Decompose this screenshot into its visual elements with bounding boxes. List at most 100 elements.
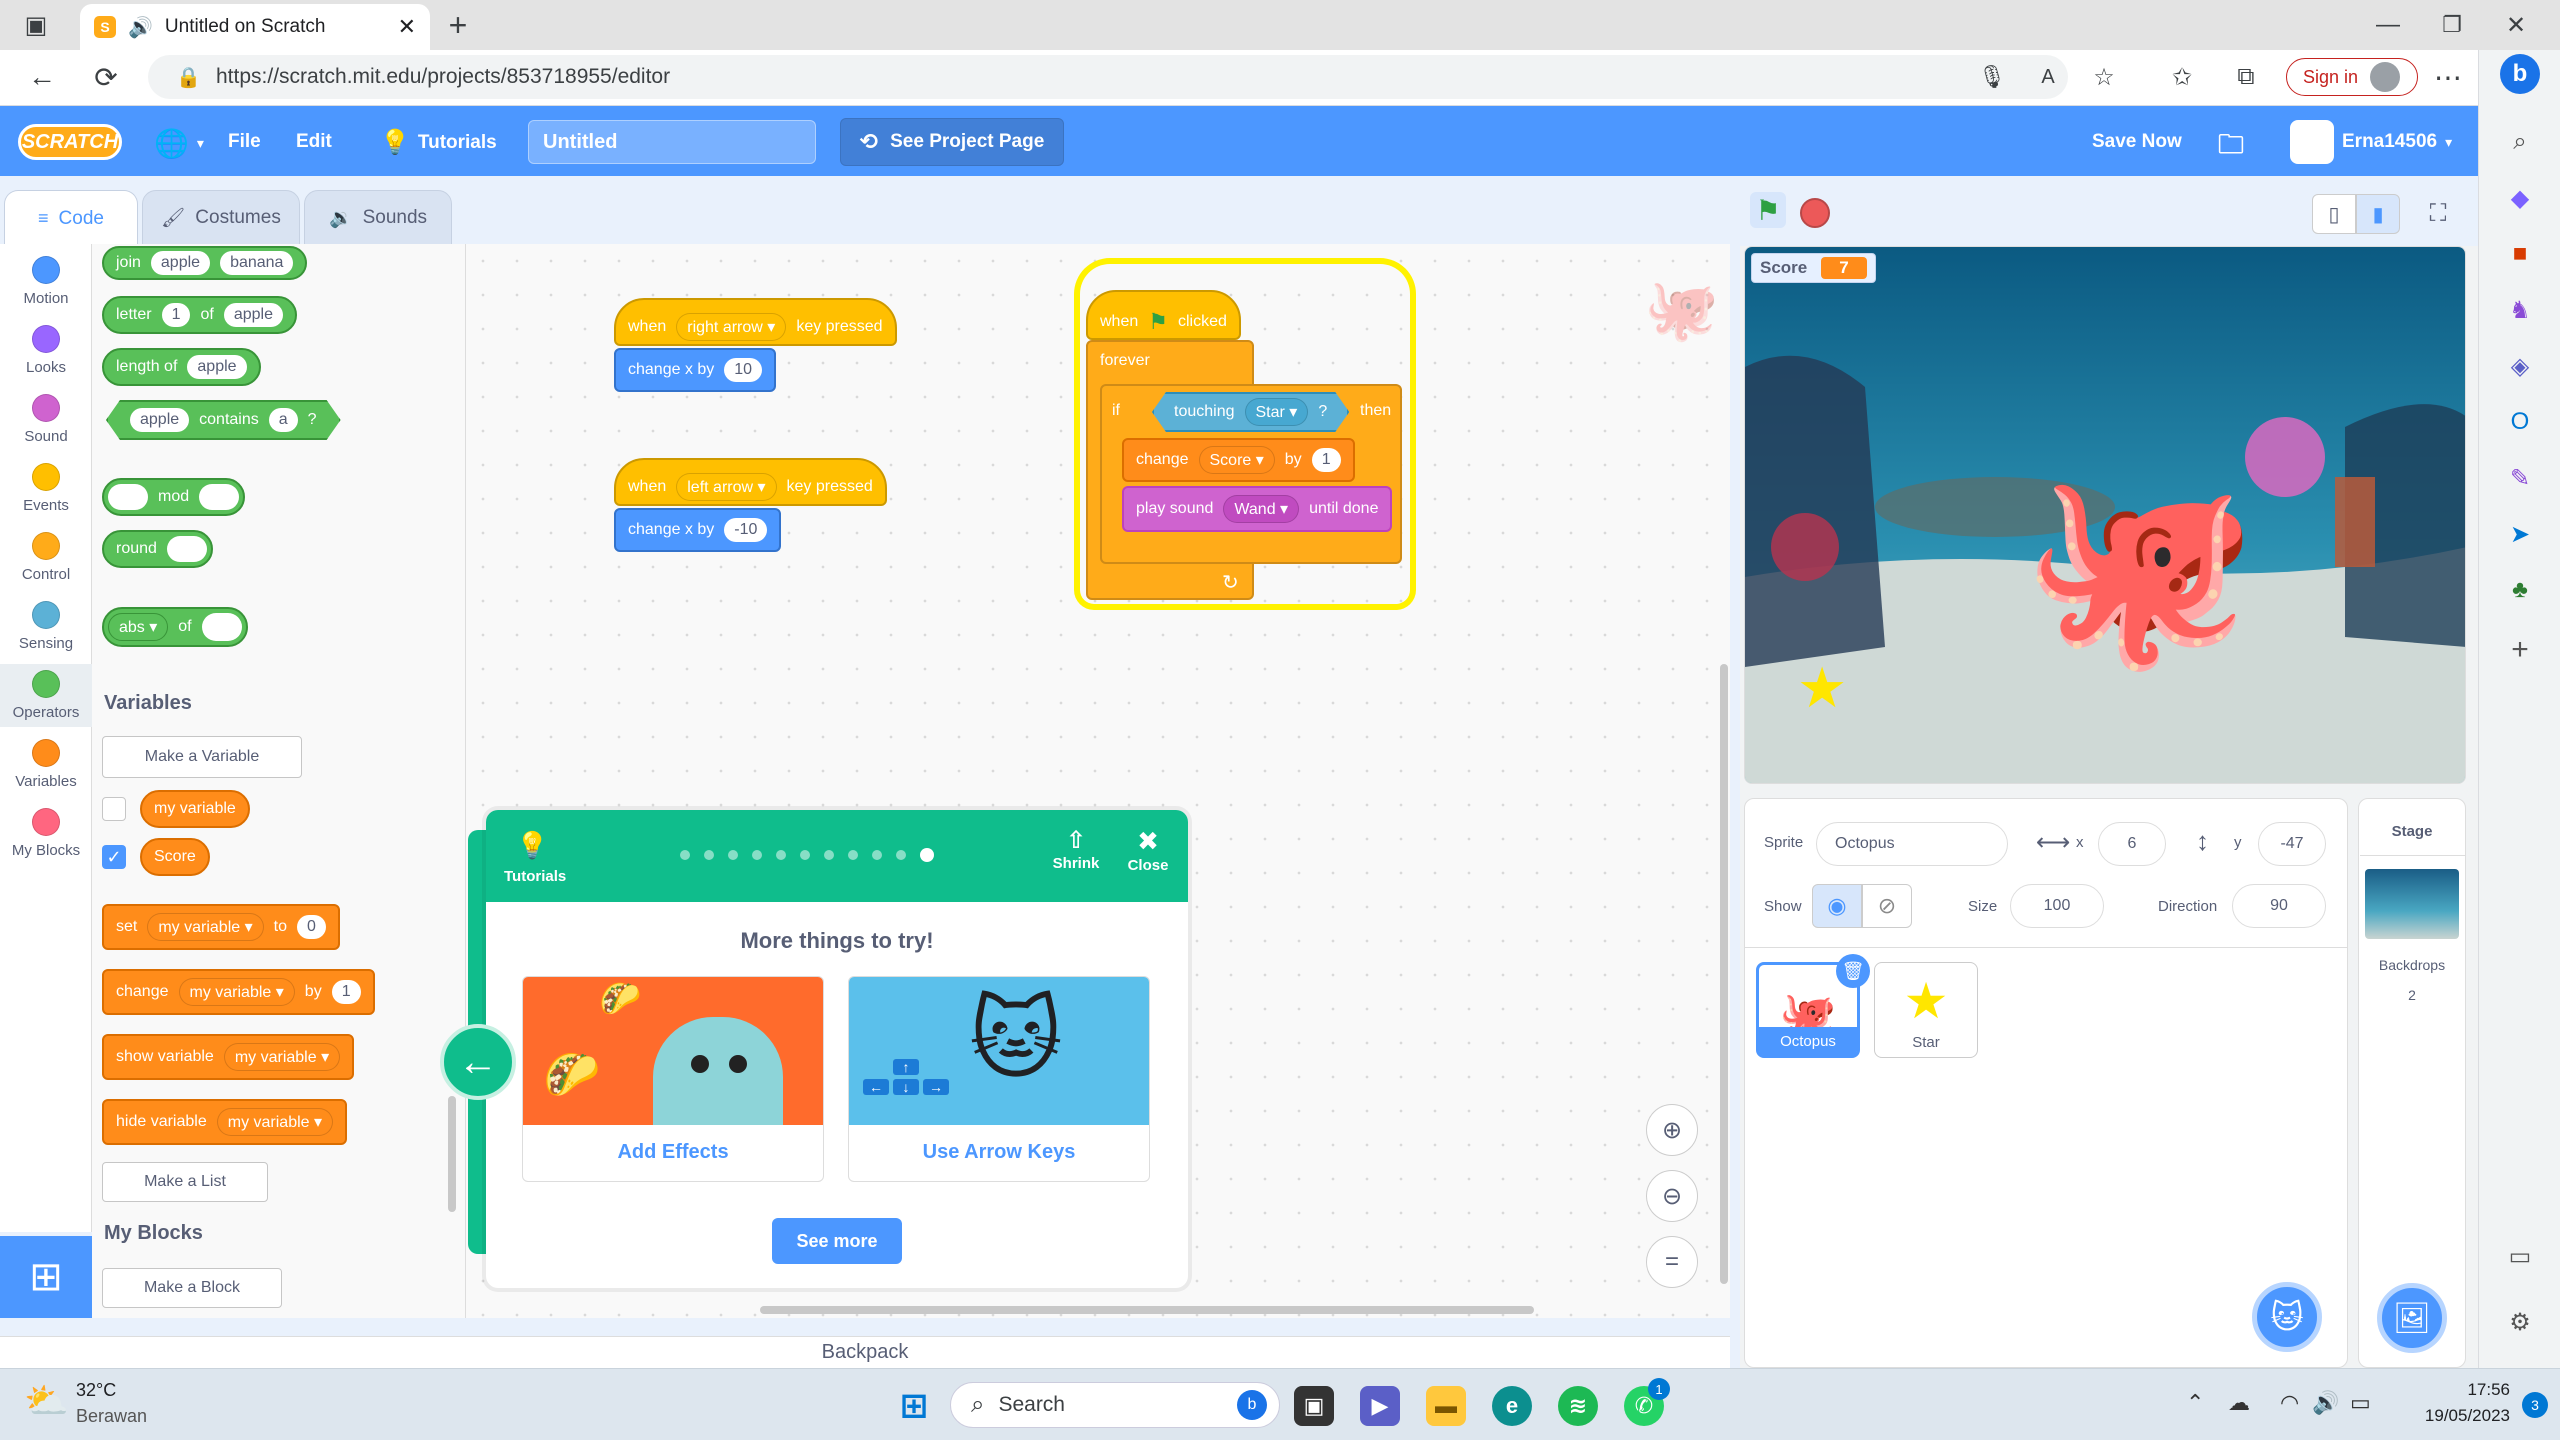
workspace-h-scrollbar[interactable] — [760, 1306, 1534, 1314]
block-input[interactable]: apple — [150, 251, 211, 275]
close-modal-button[interactable]: ✖ Close — [1118, 826, 1178, 874]
block-input[interactable]: a — [269, 408, 298, 432]
tab-code[interactable]: ≡ Code — [4, 190, 138, 246]
score-reporter[interactable]: Score — [140, 838, 210, 876]
file-explorer-icon[interactable]: ▬ — [1426, 1386, 1466, 1426]
green-flag-button[interactable]: ⚑ — [1750, 192, 1786, 228]
category-events[interactable]: Events — [0, 463, 92, 514]
sidebar-tools-icon[interactable]: ■ — [2500, 234, 2540, 274]
hide-eye-icon[interactable]: ⊘ — [1862, 884, 1912, 928]
stage-selector-panel[interactable]: Stage Backdrops 2 🖼 — [2358, 798, 2466, 1368]
stage-canvas[interactable]: Score 7 🐙 ★ — [1744, 246, 2466, 784]
maximize-icon[interactable]: ❐ — [2430, 3, 2474, 47]
score-checkbox[interactable]: ✓ — [102, 845, 126, 869]
change-x-by-block[interactable]: change x by -10 — [614, 508, 782, 552]
play-sound-until-done-block[interactable]: play sound Wand ▾ until done — [1122, 486, 1393, 532]
step-dot[interactable] — [848, 850, 858, 860]
sidebar-add-icon[interactable]: + — [2500, 630, 2540, 670]
edge-browser-icon[interactable]: e — [1492, 1386, 1532, 1426]
read-aloud-icon[interactable]: A — [2026, 55, 2070, 99]
variable-dropdown[interactable]: my variable ▾ — [216, 1108, 334, 1136]
block-input[interactable]: 10 — [724, 358, 763, 382]
tab-actions-icon[interactable]: ▣ — [14, 3, 58, 47]
block-input[interactable]: apple — [187, 355, 247, 379]
minimize-icon[interactable]: — — [2366, 3, 2410, 47]
block-input[interactable]: apple — [130, 408, 189, 432]
block-input[interactable]: banana — [220, 251, 294, 275]
battery-icon[interactable]: ▭ — [2350, 1390, 2371, 1416]
variable-dropdown[interactable]: my variable ▾ — [223, 1043, 341, 1071]
block-input[interactable]: 1 — [331, 980, 361, 1004]
microphone-icon[interactable]: 🎙 — [1970, 55, 2014, 99]
score-monitor[interactable]: Score 7 — [1751, 253, 1876, 283]
weather-cloud-icon[interactable]: ⛅ — [24, 1380, 69, 1422]
sidebar-m365-icon[interactable]: ◈ — [2500, 346, 2540, 386]
step-dot[interactable] — [776, 850, 786, 860]
sidebar-tree-icon[interactable]: ♣ — [2500, 570, 2540, 610]
block-input[interactable]: apple — [223, 303, 283, 327]
weather-temp[interactable]: 32°C — [76, 1380, 116, 1401]
mod-block[interactable]: mod — [102, 478, 246, 516]
volume-icon[interactable]: 🔊 — [2312, 1390, 2339, 1416]
sidebar-send-icon[interactable]: ➤ — [2500, 514, 2540, 554]
sidebar-outlook-icon[interactable]: O — [2500, 402, 2540, 442]
when-left-arrow-pressed-hat[interactable]: when left arrow ▾ key pressed — [614, 458, 887, 506]
my-stuff-folder-icon[interactable]: 🗀 — [2218, 126, 2244, 170]
block-input[interactable]: -10 — [724, 518, 768, 542]
palette-scrollbar[interactable] — [448, 1096, 456, 1212]
add-effects-card[interactable]: 🌮 🌮 Add Effects — [522, 976, 824, 1182]
wifi-icon[interactable]: ◠ — [2280, 1390, 2299, 1416]
abs-dropdown[interactable]: abs ▾ — [108, 613, 169, 641]
category-variables[interactable]: Variables — [0, 739, 92, 790]
taskbar-search[interactable]: ⌕ Search b — [950, 1382, 1280, 1428]
favorites-icon[interactable]: ✩ — [2160, 55, 2204, 99]
language-globe-icon[interactable]: 🌐 ▾ — [154, 127, 204, 160]
block-input[interactable] — [108, 484, 148, 510]
step-dot[interactable] — [752, 850, 762, 860]
delete-sprite-icon[interactable]: 🗑 — [1836, 954, 1870, 988]
notification-badge[interactable]: 3 — [2522, 1392, 2548, 1418]
spotify-icon[interactable]: ≋ — [1558, 1386, 1598, 1426]
more-menu-icon[interactable]: ⋯ — [2426, 55, 2470, 99]
choose-backdrop-icon[interactable]: 🖼 — [2377, 1283, 2447, 1353]
tray-cloud-icon[interactable]: ☁ — [2228, 1390, 2250, 1416]
block-input[interactable] — [201, 613, 242, 641]
choose-sprite-icon[interactable]: 🐱 — [2252, 1282, 2322, 1352]
zoom-reset-icon[interactable]: = — [1646, 1236, 1698, 1288]
collections-icon[interactable]: ⧉ — [2224, 55, 2268, 99]
block-input[interactable]: 1 — [1311, 448, 1341, 472]
touching-block[interactable]: touching Star ▾ ? — [1152, 392, 1349, 432]
when-right-arrow-pressed-hat[interactable]: when right arrow ▾ key pressed — [614, 298, 897, 346]
backdrop-thumbnail[interactable] — [2365, 869, 2459, 939]
task-view-icon[interactable]: ▣ — [1294, 1386, 1334, 1426]
tray-chevron-icon[interactable]: ⌃ — [2186, 1390, 2204, 1416]
contains-block[interactable]: apple contains a ? — [106, 400, 341, 440]
star-sprite[interactable]: ★ — [1797, 655, 1847, 721]
category-myblocks[interactable]: My Blocks — [0, 808, 92, 859]
step-dot-active[interactable] — [920, 848, 934, 862]
join-block[interactable]: join apple banana — [102, 246, 308, 280]
close-window-icon[interactable]: ✕ — [2494, 3, 2538, 47]
step-dot[interactable] — [680, 850, 690, 860]
lock-icon[interactable]: 🔒 — [176, 65, 201, 90]
sign-in-button[interactable]: Sign in — [2286, 58, 2418, 96]
workspace-v-scrollbar[interactable] — [1720, 664, 1728, 1284]
sidebar-settings-icon[interactable]: ⚙ — [2500, 1302, 2540, 1342]
fullscreen-icon[interactable]: ⛶ — [2416, 194, 2460, 234]
touching-dropdown[interactable]: Star ▾ — [1245, 398, 1309, 426]
refresh-icon[interactable]: ⟳ — [84, 55, 128, 99]
sprite-thumb-star[interactable]: ★ Star — [1874, 962, 1978, 1058]
see-more-button[interactable]: See more — [772, 1218, 902, 1264]
block-input[interactable]: 0 — [296, 915, 326, 939]
url-field[interactable]: 🔒 https://scratch.mit.edu/projects/85371… — [148, 55, 2068, 99]
key-dropdown[interactable]: left arrow ▾ — [676, 473, 777, 501]
bing-copilot-icon[interactable]: b — [2500, 54, 2540, 94]
variable-dropdown[interactable]: Score ▾ — [1198, 446, 1275, 474]
when-flag-clicked-hat[interactable]: when ⚑ clicked — [1086, 290, 1241, 340]
my-variable-checkbox[interactable] — [102, 797, 126, 821]
sidebar-shopping-icon[interactable]: ◆ — [2500, 178, 2540, 218]
teams-chat-icon[interactable]: ▶ — [1360, 1386, 1400, 1426]
category-sensing[interactable]: Sensing — [0, 601, 92, 652]
stop-button[interactable] — [1800, 198, 1830, 228]
make-variable-button[interactable]: Make a Variable — [102, 736, 302, 778]
